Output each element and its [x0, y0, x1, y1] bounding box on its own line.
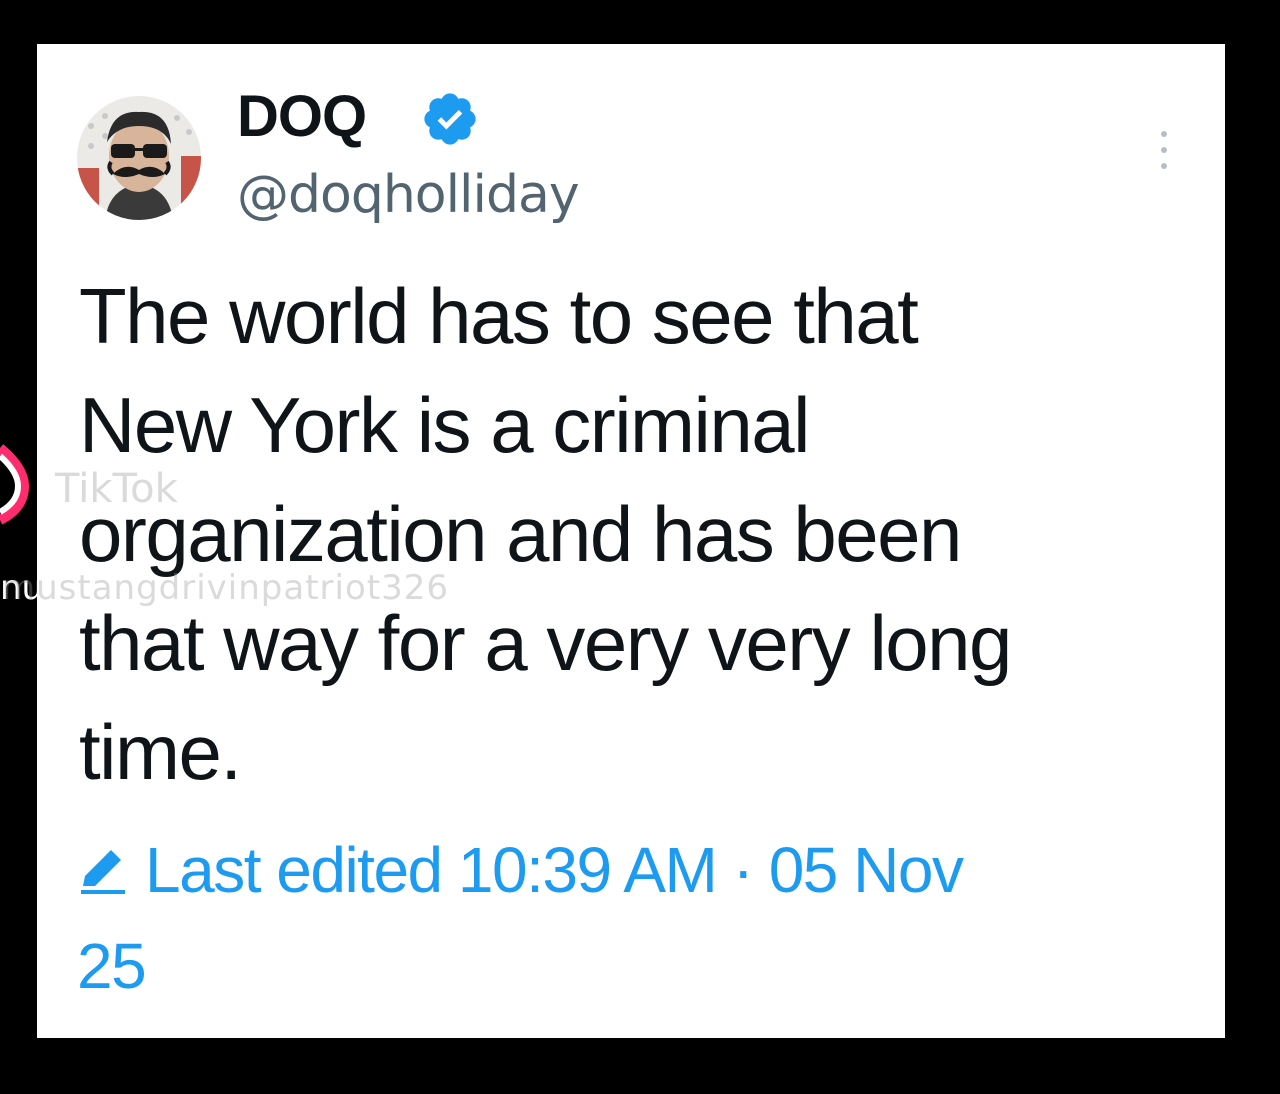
edit-pencil-icon — [77, 826, 131, 894]
avatar-image-icon — [77, 96, 201, 220]
user-handle[interactable]: @doqholliday — [237, 162, 580, 228]
tweet-text: The world has to see that New York is a … — [79, 272, 1012, 796]
tweet-card: DOQ @doqholliday The world has to see th… — [37, 44, 1225, 1038]
edit-history-link[interactable]: Last edited 10:39 AM · 05 Nov 25 — [77, 822, 1177, 1014]
avatar[interactable] — [77, 96, 201, 220]
edited-timestamp: Last edited 10:39 AM · 05 Nov 25 — [77, 834, 964, 1002]
tiktok-logo-icon — [0, 438, 36, 528]
display-name[interactable]: DOQ — [237, 82, 367, 152]
more-options-icon[interactable] — [1152, 128, 1176, 172]
verified-badge-icon — [420, 89, 480, 149]
